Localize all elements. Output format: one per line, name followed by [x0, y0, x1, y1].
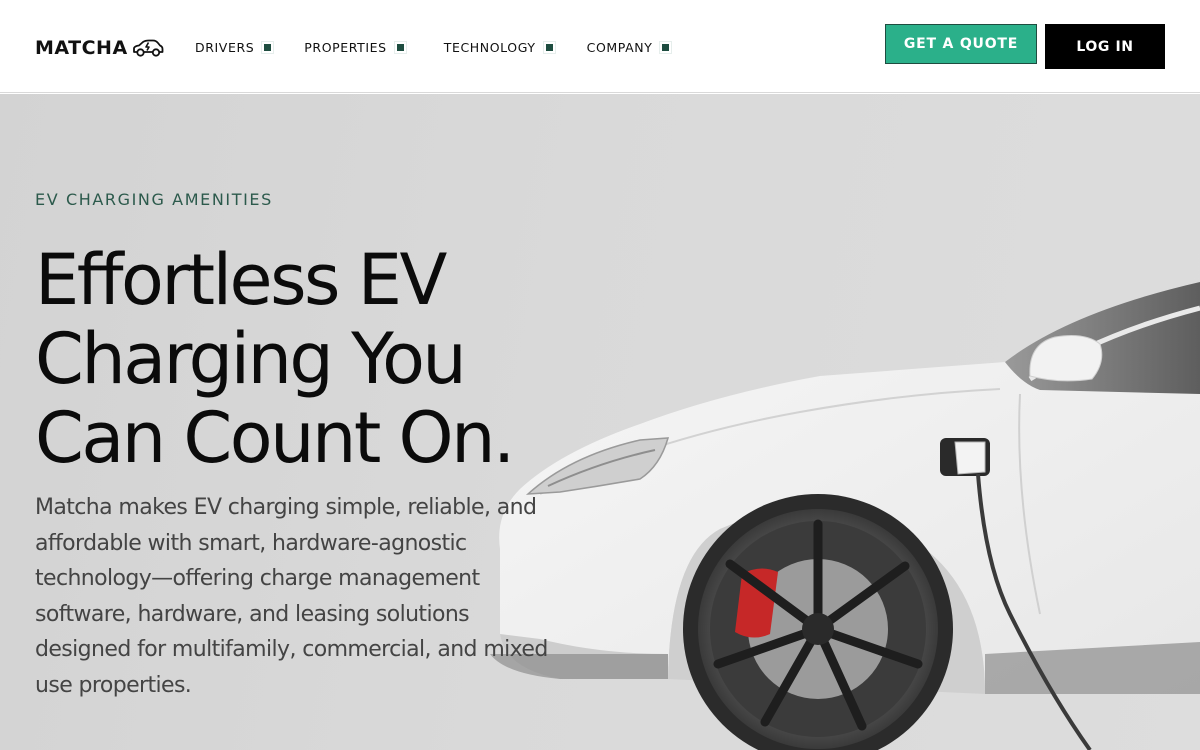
dropdown-square-icon	[660, 41, 672, 53]
main-nav: DRIVERS PROPERTIES TECHNOLOGY COMPANY	[195, 38, 672, 56]
hero-eyebrow: EV CHARGING AMENITIES	[35, 190, 273, 209]
nav-properties[interactable]: PROPERTIES	[304, 38, 406, 56]
nav-drivers-label: DRIVERS	[195, 39, 255, 55]
headline-line: Effortless EV	[35, 239, 447, 321]
site-header: MATCHA DRIVERS PROPERTIES TECHNOLOGY COM…	[0, 0, 1200, 93]
dropdown-square-icon	[262, 41, 274, 53]
hero-section: EV CHARGING AMENITIES Effortless EV Char…	[0, 94, 1200, 750]
headline-line: Can Count On.	[35, 397, 515, 479]
hero-headline: Effortless EV Charging You Can Count On.	[35, 241, 595, 478]
logo-wordmark: MATCHA	[35, 37, 128, 59]
dropdown-square-icon	[543, 41, 555, 53]
headline-line: Charging You	[35, 318, 467, 400]
nav-company-label: COMPANY	[586, 39, 653, 55]
nav-company[interactable]: COMPANY	[586, 38, 672, 56]
nav-drivers[interactable]: DRIVERS	[195, 38, 274, 56]
log-in-button[interactable]: LOG IN	[1045, 24, 1165, 69]
get-a-quote-button[interactable]: GET A QUOTE	[885, 24, 1037, 64]
dropdown-square-icon	[394, 41, 406, 53]
car-icon	[132, 38, 164, 58]
matcha-logo[interactable]: MATCHA	[35, 36, 164, 60]
nav-properties-label: PROPERTIES	[304, 39, 387, 55]
hero-description: Matcha makes EV charging simple, reliabl…	[35, 495, 548, 698]
nav-technology-label: TECHNOLOGY	[443, 39, 536, 55]
nav-technology[interactable]: TECHNOLOGY	[443, 38, 555, 56]
